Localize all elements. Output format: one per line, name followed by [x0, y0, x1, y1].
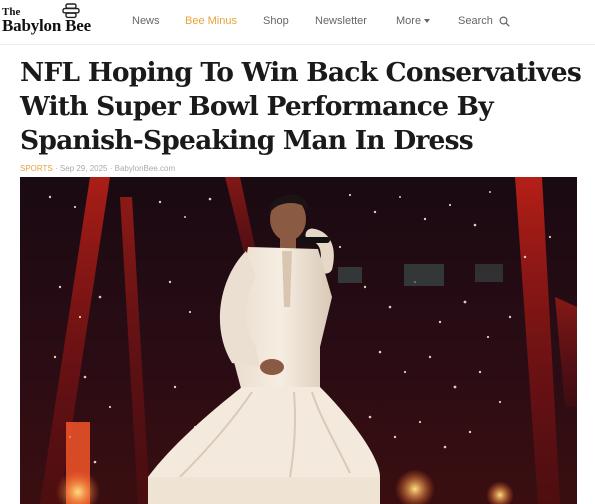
meta-separator: ·	[109, 164, 113, 173]
article-headline: NFL Hoping To Win Back Conservatives Wit…	[20, 57, 582, 156]
logo-name-text: Babylon Bee	[2, 16, 91, 35]
stage-performance-photo	[20, 177, 577, 504]
nav-more-label: More	[396, 15, 422, 27]
top-navbar: The Babylon Bee News Bee Minus Shop News…	[0, 0, 595, 45]
article-meta: SPORTS · Sep 29, 2025 · BabylonBee.com	[20, 164, 175, 173]
article-source: BabylonBee.com	[114, 164, 176, 173]
chevron-down-icon	[424, 19, 431, 24]
site-logo[interactable]: The Babylon Bee	[2, 3, 110, 37]
article-date: Sep 29, 2025	[59, 164, 108, 173]
nav-news[interactable]: News	[132, 15, 160, 27]
article-category[interactable]: SPORTS	[20, 164, 53, 173]
nav-newsletter[interactable]: Newsletter	[315, 15, 367, 27]
search-icon	[499, 16, 510, 27]
nav-more[interactable]: More	[396, 15, 431, 27]
meta-separator: ·	[54, 164, 58, 173]
nav-search-label: Search	[458, 15, 493, 27]
nav-bee-minus[interactable]: Bee Minus	[185, 15, 237, 27]
nav-shop[interactable]: Shop	[263, 15, 289, 27]
hero-image	[20, 177, 577, 504]
nav-search[interactable]: Search	[458, 15, 510, 27]
